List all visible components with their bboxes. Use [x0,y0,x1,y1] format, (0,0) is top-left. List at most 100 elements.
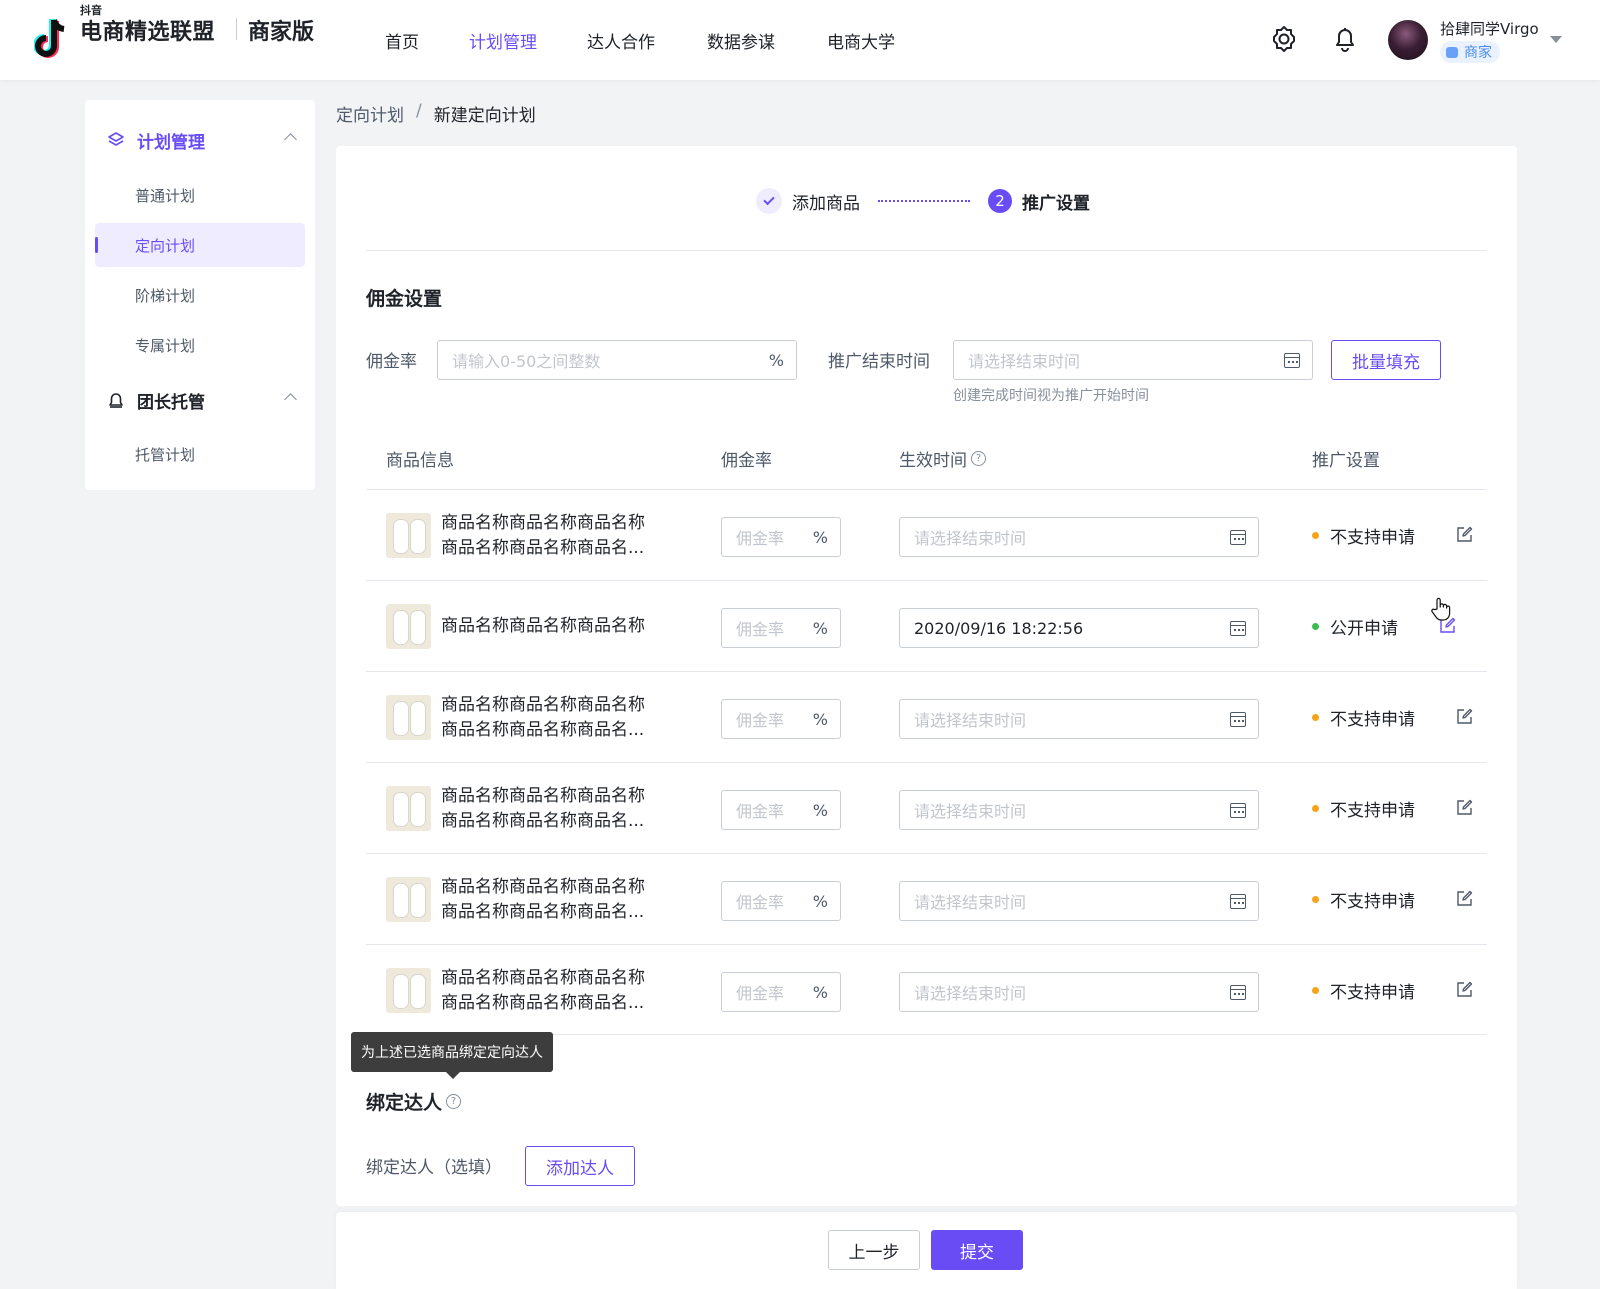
row-rate-input[interactable]: 佣金率 % [721,517,841,557]
question-icon[interactable]: ? [971,451,986,466]
bell-icon[interactable] [1330,24,1360,54]
sidebar-group-leader-hosting[interactable]: 团长托管 [85,380,315,420]
table-row: 商品名称商品名称商品名称 商品名称商品名称商品名... 佣金率 % 请选择结束时… [366,762,1487,853]
sidebar-item-normal-plan[interactable]: 普通计划 [95,173,305,217]
sidebar-item-exclusive-plan[interactable]: 专属计划 [95,323,305,367]
edit-icon[interactable] [1456,799,1473,816]
row-rate-input[interactable]: 佣金率 % [721,608,841,648]
product-thumbnail [386,695,431,740]
th-effective-time: 生效时间 ? [899,446,986,471]
submit-button[interactable]: 提交 [931,1230,1023,1270]
percent-suffix: % [812,618,828,638]
top-header: 抖音 电商精选联盟 商家版 首页 计划管理 达人合作 数据参谋 电商大学 拾肆同… [0,0,1600,80]
brand-name: 电商精选联盟 [80,20,216,45]
settings-icon[interactable] [1269,24,1299,54]
product-name[interactable]: 商品名称商品名称商品名称 [441,614,645,639]
product-name[interactable]: 商品名称商品名称商品名称 商品名称商品名称商品名... [441,693,645,743]
end-time-picker[interactable]: 请选择结束时间 [953,340,1313,380]
product-thumbnail [386,968,431,1013]
percent-suffix: % [812,709,828,729]
user-menu-caret-icon[interactable] [1550,36,1562,43]
calendar-icon [1230,621,1246,636]
commission-rate-placeholder: 请输入0-50之间整数 [452,352,601,371]
percent-suffix: % [812,982,828,1002]
sidebar: 计划管理 普通计划 定向计划 阶梯计划 专属计划 团长托管 托管计划 [85,100,315,490]
status-dot [1312,623,1319,630]
breadcrumb-parent[interactable]: 定向计划 [336,101,404,126]
step-connector [878,200,970,202]
sidebar-group-label: 团长托管 [137,392,205,413]
breadcrumb: 定向计划 / 新建定向计划 [336,101,536,126]
calendar-icon [1230,712,1246,727]
edit-icon[interactable] [1456,708,1473,725]
calendar-icon [1230,985,1246,1000]
nav-data-analytics[interactable]: 数据参谋 [707,28,827,53]
batch-fill-button[interactable]: 批量填充 [1331,340,1441,380]
row-time-picker[interactable]: 请选择结束时间 [899,790,1259,830]
step-1-label: 添加商品 [792,193,860,214]
steps-divider [366,250,1487,251]
question-icon[interactable]: ? [446,1094,462,1109]
product-name[interactable]: 商品名称商品名称商品名称 商品名称商品名称商品名... [441,511,645,561]
row-rate-input[interactable]: 佣金率 % [721,699,841,739]
row-time-picker[interactable]: 请选择结束时间 [899,517,1259,557]
product-name-line1: 商品名称商品名称商品名称 [441,513,645,533]
edit-icon[interactable] [1456,526,1473,543]
percent-suffix: % [812,800,828,820]
prev-step-button[interactable]: 上一步 [828,1230,920,1270]
edit-icon[interactable] [1456,890,1473,907]
promo-status-label: 不支持申请 [1330,801,1415,821]
row-rate-input[interactable]: 佣金率 % [721,790,841,830]
commission-rate-input[interactable]: 请输入0-50之间整数 % [437,340,797,380]
calendar-icon [1230,530,1246,545]
row-rate-input[interactable]: 佣金率 % [721,972,841,1012]
brand-logo[interactable] [34,12,70,68]
shop-icon [1446,46,1458,58]
nav-creator-cooperation[interactable]: 达人合作 [587,28,707,53]
row-time-picker[interactable]: 请选择结束时间 [899,972,1259,1012]
main-nav: 首页 计划管理 达人合作 数据参谋 电商大学 [385,0,895,80]
nav-ecommerce-university[interactable]: 电商大学 [827,28,895,53]
chevron-up-icon[interactable] [284,393,297,406]
sidebar-group-plan-management[interactable]: 计划管理 [85,120,315,160]
user-avatar[interactable] [1388,20,1428,60]
row-rate-placeholder: 佣金率 [736,984,785,1003]
product-thumbnail [386,877,431,922]
promo-status: 不支持申请 [1312,978,1415,1003]
product-name-line2: 商品名称商品名称商品名... [441,993,645,1013]
promo-status: 公开申请 [1312,614,1398,639]
row-rate-placeholder: 佣金率 [736,802,785,821]
promo-status: 不支持申请 [1312,796,1415,821]
sidebar-item-targeted-plan[interactable]: 定向计划 [95,223,305,267]
promo-status-label: 不支持申请 [1330,710,1415,730]
row-time-picker[interactable]: 2020/09/16 18:22:56 [899,608,1259,648]
check-icon [756,188,782,214]
promo-status: 不支持申请 [1312,887,1415,912]
row-rate-input[interactable]: 佣金率 % [721,881,841,921]
step-2-number: 2 [988,189,1012,213]
commission-section-title: 佣金设置 [366,288,443,310]
product-name[interactable]: 商品名称商品名称商品名称 商品名称商品名称商品名... [441,966,645,1016]
status-dot [1312,714,1319,721]
nav-plan-management[interactable]: 计划管理 [469,28,587,53]
chevron-up-icon[interactable] [284,133,297,146]
status-dot [1312,532,1319,539]
calendar-icon [1230,894,1246,909]
row-time-placeholder: 请选择结束时间 [914,984,1027,1003]
product-name[interactable]: 商品名称商品名称商品名称 商品名称商品名称商品名... [441,875,645,925]
row-time-picker[interactable]: 请选择结束时间 [899,699,1259,739]
edit-icon[interactable] [1456,981,1473,998]
user-name[interactable]: 拾肆同学Virgo [1440,18,1539,39]
product-thumbnail [386,604,431,649]
bell-badge-icon [109,393,123,408]
add-creator-button[interactable]: 添加达人 [525,1146,635,1186]
product-name[interactable]: 商品名称商品名称商品名称 商品名称商品名称商品名... [441,784,645,834]
user-role-badge: 商家 [1440,41,1500,63]
sidebar-item-hosted-plan[interactable]: 托管计划 [95,432,305,476]
status-dot [1312,805,1319,812]
nav-home[interactable]: 首页 [385,28,469,53]
sidebar-item-tiered-plan[interactable]: 阶梯计划 [95,273,305,317]
row-time-picker[interactable]: 请选择结束时间 [899,881,1259,921]
promo-status: 不支持申请 [1312,523,1415,548]
end-time-hint: 创建完成时间视为推广开始时间 [953,388,1149,404]
